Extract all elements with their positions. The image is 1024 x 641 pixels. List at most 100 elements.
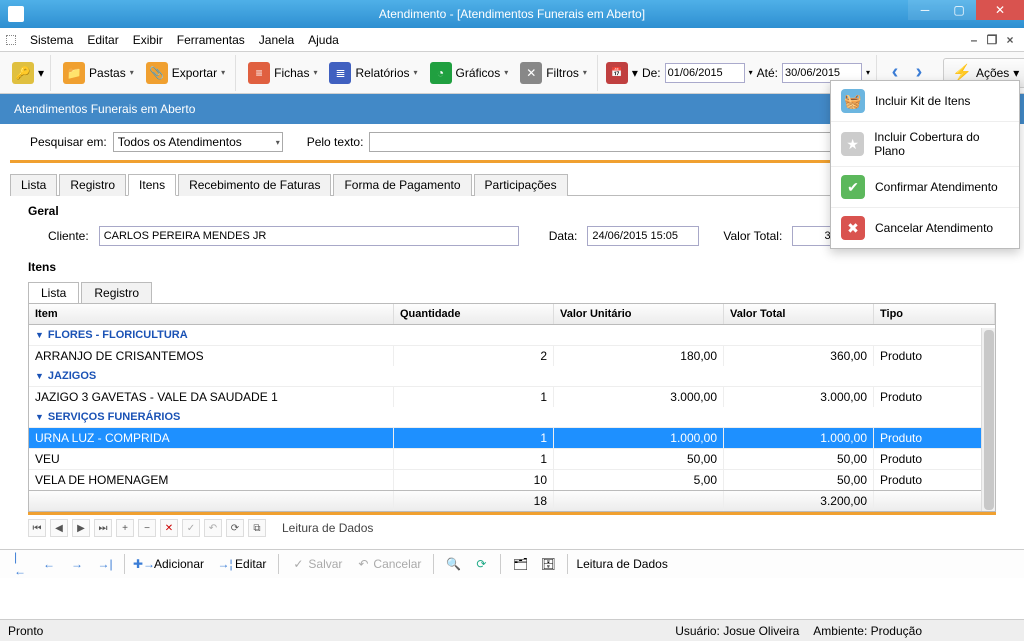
cancelar-button[interactable]: ↶Cancelar — [352, 555, 425, 573]
action-incluir-cobertura[interactable]: ★ Incluir Cobertura do Plano — [831, 122, 1019, 167]
tab-lista[interactable]: Lista — [10, 174, 57, 196]
menu-item-sistema[interactable]: Sistema — [24, 31, 79, 49]
close-button[interactable]: ✕ — [976, 0, 1024, 20]
grid-header: Item Quantidade Valor Unitário Valor Tot… — [29, 304, 995, 325]
col-item[interactable]: Item — [29, 304, 394, 324]
menu-item-janela[interactable]: Janela — [253, 31, 300, 49]
nav-refresh-button[interactable]: ⟳ — [226, 519, 244, 537]
adicionar-button[interactable]: ✚→Adicionar — [133, 555, 208, 573]
cliente-label: Cliente: — [48, 229, 89, 243]
tab-forma-de-pagamento[interactable]: Forma de Pagamento — [333, 174, 471, 196]
tab-participações[interactable]: Participações — [474, 174, 568, 196]
salvar-label: Salvar — [308, 557, 342, 571]
nav-confirm-button[interactable]: ✓ — [182, 519, 200, 537]
action-label: Cancelar Atendimento — [875, 221, 993, 235]
btn-next[interactable]: → — [66, 555, 88, 573]
action-cancelar[interactable]: ✖ Cancelar Atendimento — [831, 208, 1019, 248]
action-confirmar[interactable]: ✔ Confirmar Atendimento — [831, 167, 1019, 208]
data-input[interactable] — [587, 226, 699, 246]
col-valor-unitario[interactable]: Valor Unitário — [554, 304, 724, 324]
action-incluir-kit[interactable]: 🧺 Incluir Kit de Itens — [831, 81, 1019, 122]
pastas-button[interactable]: 📁 Pastas ▾ — [59, 60, 138, 86]
bottom-action-bar: |← ← → →| ✚→Adicionar →¦Editar ✓Salvar ↶… — [0, 549, 1024, 578]
table-row[interactable]: VEU150,0050,00Produto — [29, 448, 995, 469]
maximize-button[interactable]: ▢ — [942, 0, 976, 20]
tool2-button[interactable]: 🗄 — [537, 555, 559, 573]
menu-item-ferramentas[interactable]: Ferramentas — [171, 31, 251, 49]
nav-delete-button[interactable]: ✕ — [160, 519, 178, 537]
pelo-texto-label: Pelo texto: — [307, 135, 364, 149]
nav-prev-button[interactable]: ◀ — [50, 519, 68, 537]
menu-item-exibir[interactable]: Exibir — [127, 31, 169, 49]
status-bar: Pronto Usuário: Josue Oliveira Ambiente:… — [0, 619, 1024, 641]
mdi-minimize-button[interactable]: – — [966, 32, 982, 48]
chevron-down-icon: ▾ — [414, 68, 418, 77]
pesquisar-em-combo[interactable]: Todos os Atendimentos ▾ — [113, 132, 283, 152]
de-label: De: — [642, 66, 661, 80]
refresh-button[interactable]: ⟳ — [470, 555, 492, 573]
filtros-button[interactable]: ✕ Filtros ▾ — [516, 60, 591, 86]
exportar-button[interactable]: 📎 Exportar ▾ — [142, 60, 229, 86]
minimize-button[interactable]: ─ — [908, 0, 942, 20]
tab-recebimento-de-faturas[interactable]: Recebimento de Faturas — [178, 174, 331, 196]
menu-item-editar[interactable]: Editar — [81, 31, 124, 49]
col-quantidade[interactable]: Quantidade — [394, 304, 554, 324]
total-vt: 3.200,00 — [724, 491, 874, 511]
graficos-label: Gráficos — [456, 66, 501, 80]
search-button[interactable]: 🔍 — [442, 555, 464, 573]
nav-cancel-button[interactable]: ↶ — [204, 519, 222, 537]
table-row[interactable]: JAZIGO 3 GAVETAS - VALE DA SAUDADE 113.0… — [29, 386, 995, 407]
clip-icon: 📎 — [146, 62, 168, 84]
nav-remove-button[interactable]: − — [138, 519, 156, 537]
date-from-input[interactable] — [665, 63, 745, 83]
group-row[interactable]: ▼SERVIÇOS FUNERÁRIOS — [29, 407, 995, 427]
check-icon: ✔ — [841, 175, 865, 199]
col-valor-total[interactable]: Valor Total — [724, 304, 874, 324]
nav-first-button[interactable]: ⏮ — [28, 519, 46, 537]
nav-last-button[interactable]: ⏭ — [94, 519, 112, 537]
cliente-input[interactable] — [99, 226, 519, 246]
col-tipo[interactable]: Tipo — [874, 304, 995, 324]
fichas-button[interactable]: ≡ Fichas ▾ — [244, 60, 321, 86]
chevron-down-icon[interactable]: ▾ — [866, 68, 870, 77]
acoes-label: Ações — [976, 66, 1009, 80]
nav-next-button[interactable]: ▶ — [72, 519, 90, 537]
bottom-status-label: Leitura de Dados — [576, 557, 667, 571]
items-grid: Item Quantidade Valor Unitário Valor Tot… — [28, 303, 996, 512]
table-row[interactable]: URNA LUZ - COMPRIDA11.000,001.000,00Prod… — [29, 427, 995, 448]
grid-total-row: 18 3.200,00 — [29, 490, 995, 511]
chevron-down-icon: ▾ — [276, 138, 280, 147]
salvar-button[interactable]: ✓Salvar — [287, 555, 346, 573]
section-title: Atendimentos Funerais em Aberto — [14, 102, 195, 116]
tab-registro[interactable]: Registro — [59, 174, 126, 196]
menu-item-ajuda[interactable]: Ajuda — [302, 31, 345, 49]
chevron-down-icon: ▾ — [583, 68, 587, 77]
group-row[interactable]: ▼JAZIGOS — [29, 366, 995, 386]
calendar-icon[interactable]: 📅 — [606, 62, 628, 84]
table-row[interactable]: ARRANJO DE CRISANTEMOS2180,00360,00Produ… — [29, 345, 995, 366]
vertical-scrollbar[interactable] — [981, 328, 995, 511]
group-row[interactable]: ▼FLORES - FLORICULTURA — [29, 325, 995, 345]
btn-first[interactable]: |← — [10, 555, 32, 573]
table-row[interactable]: VELA DE HOMENAGEM105,0050,00Produto — [29, 469, 995, 490]
subtab-registro[interactable]: Registro — [81, 282, 152, 303]
nav-copy-button[interactable]: ⧉ — [248, 519, 266, 537]
chevron-down-icon[interactable]: ▾ — [749, 68, 753, 77]
mdi-restore-button[interactable]: ❐ — [984, 32, 1000, 48]
key-dropdown-arrow-icon[interactable]: ▾ — [38, 66, 44, 80]
tab-itens[interactable]: Itens — [128, 174, 176, 196]
folder-icon: 📁 — [63, 62, 85, 84]
nav-add-button[interactable]: + — [116, 519, 134, 537]
mdi-close-button[interactable]: × — [1002, 32, 1018, 48]
graficos-button[interactable]: ◔ Gráficos ▾ — [426, 60, 513, 86]
window-title: Atendimento - [Atendimentos Funerais em … — [379, 7, 645, 21]
chevron-down-icon[interactable]: ▾ — [632, 66, 638, 80]
btn-prev[interactable]: ← — [38, 555, 60, 573]
tool1-button[interactable]: 🗂 — [509, 555, 531, 573]
btn-last[interactable]: →| — [94, 555, 116, 573]
subtab-lista[interactable]: Lista — [28, 282, 79, 303]
relatorios-button[interactable]: ≣ Relatórios ▾ — [325, 60, 421, 86]
editar-button[interactable]: →¦Editar — [214, 555, 270, 573]
key-icon[interactable]: 🔑 — [12, 62, 34, 84]
star-icon: ★ — [841, 132, 864, 156]
